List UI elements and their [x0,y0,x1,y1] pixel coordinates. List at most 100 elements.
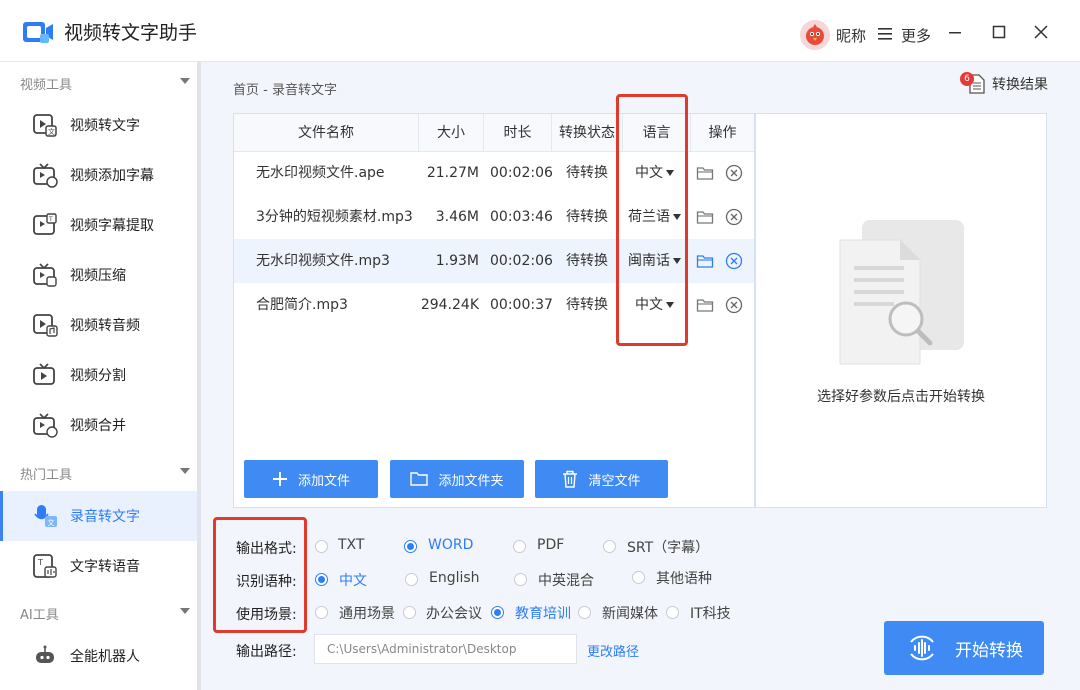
option-format-txt: TXT [338,537,365,553]
avatar-bird-icon [806,24,824,45]
sidebar-item-label: 录音转文字 [70,509,140,525]
radio-scene-education[interactable] [491,606,504,619]
clear-files-label: 清空文件 [588,473,641,489]
radio-scene-news[interactable] [578,606,591,619]
svg-text:T: T [48,216,53,223]
sidebar-item-label: 视频转文字 [70,118,140,134]
sidebar-item-label: 视频分割 [70,368,126,384]
radio-format-word[interactable] [404,540,417,553]
column-header-actions: 操作 [708,125,737,141]
sidebar-section-hot-tools: 热门工具 [20,468,73,483]
radio-scene-meeting[interactable] [403,606,416,619]
folder-icon[interactable] [696,164,714,182]
sidebar-item-video-to-text[interactable]: 文 视频转文字 [0,100,197,150]
start-conversion-button[interactable]: 开始转换 [884,621,1044,675]
file-status: 待转换 [566,165,608,181]
radio-scene-general[interactable] [315,606,328,619]
sidebar-item-recording-to-text[interactable]: 文 录音转文字 [0,491,197,541]
sidebar-item-video-to-audio[interactable]: 视频转音频 [0,300,197,350]
folder-icon[interactable] [696,208,714,226]
nickname-label[interactable]: 昵称 [836,25,866,46]
file-size: 21.27M [426,165,479,181]
sidebar-item-add-subtitle[interactable]: 视频添加字幕 [0,150,197,200]
file-duration: 00:02:06 [490,253,553,269]
add-file-button[interactable]: 添加文件 [244,460,378,498]
svg-text:文: 文 [48,127,55,136]
delete-circle-icon[interactable] [725,164,743,182]
subtitle-extract-icon: T [33,213,57,235]
add-folder-button[interactable]: 添加文件夹 [390,460,524,498]
sidebar-item-text-to-speech[interactable]: T 文字转语音 [0,541,197,591]
chevron-down-icon[interactable] [180,608,190,614]
empty-document-icon [839,220,964,365]
radio-scene-it[interactable] [666,606,679,619]
preview-hint: 选择好参数后点击开始转换 [817,389,985,405]
avatar[interactable] [800,20,830,50]
option-scene-news: 新闻媒体 [602,606,658,622]
column-header-filename: 文件名称 [234,114,419,152]
file-name: 合肥简介.mp3 [256,297,348,313]
option-format-pdf: PDF [537,537,565,553]
sidebar-item-split[interactable]: 视频分割 [0,350,197,400]
add-subtitle-icon [33,163,58,188]
sidebar-item-robot[interactable]: 全能机器人 [0,631,197,681]
chevron-down-icon[interactable] [180,468,190,474]
sidebar-item-subtitle-extract[interactable]: T 视频字幕提取 [0,200,197,250]
file-status: 待转换 [566,297,608,313]
output-format-label: 输出格式: [236,541,297,557]
title-bar: 视频转文字助手 昵称 更多 [0,0,1080,62]
radio-format-srt[interactable] [603,540,616,553]
plus-icon [272,472,287,486]
change-path-link[interactable]: 更改路径 [587,641,639,660]
close-icon[interactable] [1031,22,1051,42]
usage-scene-label: 使用场景: [236,607,297,623]
app-logo-icon [23,22,53,43]
minimize-icon[interactable] [945,22,965,42]
text-to-speech-icon: T [33,554,57,578]
radio-format-pdf[interactable] [513,540,526,553]
robot-icon [36,645,54,663]
option-scene-it: IT科技 [690,606,731,622]
sidebar-section-video-tools: 视频工具 [20,78,73,93]
folder-icon [410,472,429,486]
sidebar-item-label: 视频添加字幕 [70,168,154,184]
app-title: 视频转文字助手 [64,22,198,44]
output-path-field[interactable]: C:\Users\Administrator\Desktop [314,634,577,664]
option-scene-education: 教育培训 [515,606,571,622]
folder-icon[interactable] [696,252,714,270]
conversion-results-label: 转换结果 [992,77,1048,93]
clear-files-button[interactable]: 清空文件 [535,460,668,498]
delete-circle-icon[interactable] [725,252,743,270]
recording-to-text-icon: 文 [34,505,57,527]
radio-format-txt[interactable] [315,540,328,553]
folder-icon[interactable] [696,296,714,314]
start-conversion-label: 开始转换 [955,640,1023,661]
file-size: 1.93M [435,253,479,269]
file-name: 3分钟的短视频素材.mp3 [256,209,413,225]
svg-text:文: 文 [48,518,55,527]
breadcrumb: 首页 - 录音转文字 [233,83,337,98]
radio-lang-mixed[interactable] [514,573,527,586]
compress-icon [33,263,57,287]
add-folder-label: 添加文件夹 [438,473,504,489]
option-lang-other: 其他语种 [656,571,712,587]
file-size: 3.46M [435,209,479,225]
option-format-srt: SRT（字幕） [627,540,710,556]
maximize-icon[interactable] [989,22,1009,42]
language-column-highlight [616,94,688,346]
chevron-down-icon[interactable] [180,78,190,84]
sidebar-scrollbar[interactable] [197,62,201,690]
video-to-text-icon: 文 [33,114,57,137]
delete-circle-icon[interactable] [725,208,743,226]
radio-lang-other[interactable] [632,571,645,584]
option-scene-meeting: 办公会议 [426,606,482,622]
preview-panel: 选择好参数后点击开始转换 [755,113,1047,508]
delete-circle-icon[interactable] [725,296,743,314]
more-menu[interactable]: 更多 [901,25,931,46]
radio-lang-english[interactable] [405,573,418,586]
menu-icon[interactable] [878,28,892,40]
conversion-results-link[interactable]: 6 转换结果 [960,72,1048,94]
radio-lang-chinese[interactable] [315,573,328,586]
sidebar-item-merge[interactable]: 视频合并 [0,400,197,450]
sidebar-item-compress[interactable]: 视频压缩 [0,250,197,300]
